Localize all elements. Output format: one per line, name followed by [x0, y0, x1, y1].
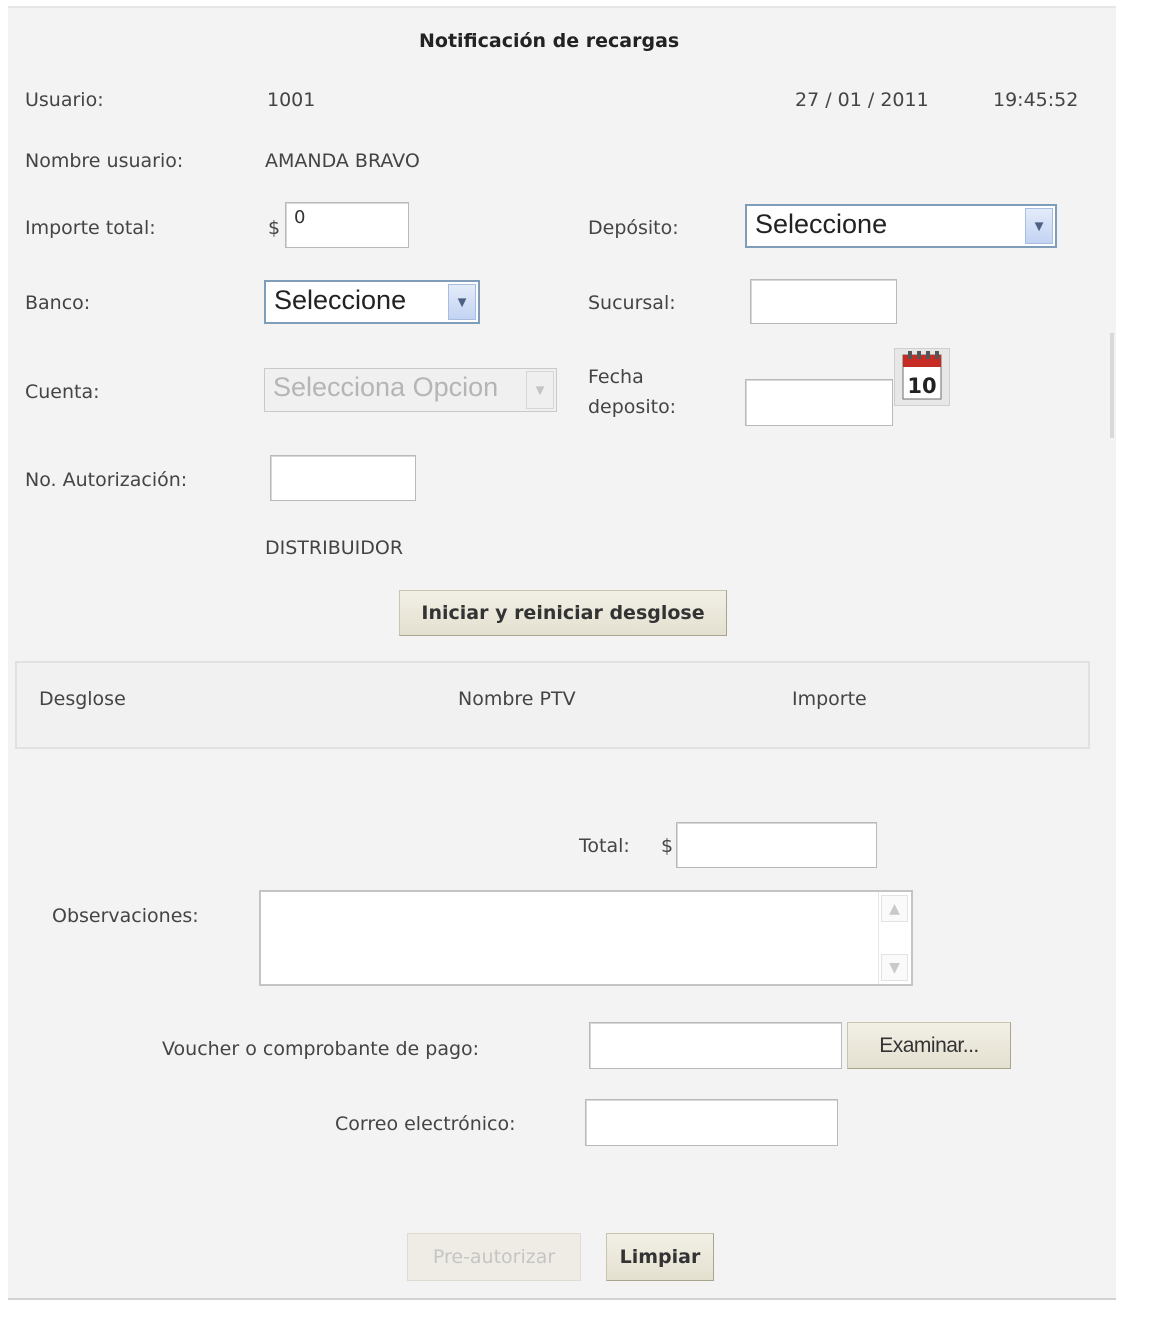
- sucursal-label: Sucursal:: [588, 292, 676, 314]
- total-input[interactable]: [676, 822, 877, 868]
- total-label: Total:: [579, 835, 630, 857]
- limpiar-button[interactable]: Limpiar: [606, 1233, 714, 1281]
- current-date: 27 / 01 / 2011: [795, 89, 929, 111]
- page-scrollbar[interactable]: [1110, 333, 1114, 438]
- observaciones-label: Observaciones:: [52, 905, 199, 927]
- importe-total-input[interactable]: 0: [285, 202, 409, 248]
- observaciones-scrollbar[interactable]: ▲ ▼: [878, 892, 911, 984]
- fecha-deposito-input[interactable]: [745, 379, 893, 426]
- importe-currency: $: [268, 217, 281, 239]
- chevron-down-icon[interactable]: ▼: [1025, 208, 1053, 244]
- arrow-up-icon[interactable]: ▲: [881, 895, 908, 922]
- correo-input[interactable]: [585, 1099, 838, 1146]
- pre-autorizar-button: Pre-autorizar: [407, 1233, 581, 1281]
- banco-label: Banco:: [25, 292, 91, 314]
- sucursal-input[interactable]: [750, 279, 897, 324]
- correo-label: Correo electrónico:: [335, 1113, 516, 1135]
- total-currency: $: [661, 835, 674, 857]
- page-title: Notificación de recargas: [419, 30, 680, 52]
- deposito-select-value: Seleccione: [755, 209, 888, 239]
- voucher-label: Voucher o comprobante de pago:: [162, 1038, 480, 1060]
- observaciones-textarea[interactable]: ▲ ▼: [259, 890, 913, 986]
- usuario-label: Usuario:: [25, 89, 104, 111]
- calendar-icon-graphic: 10: [902, 351, 942, 400]
- voucher-file-input[interactable]: [589, 1022, 842, 1069]
- arrow-down-icon[interactable]: ▼: [881, 954, 908, 981]
- autorizacion-label: No. Autorización:: [25, 469, 188, 491]
- chevron-down-icon[interactable]: ▼: [448, 284, 476, 320]
- form-panel: [8, 6, 1116, 1300]
- cuenta-select: Selecciona Opcion ▼: [264, 368, 557, 412]
- cuenta-select-value: Selecciona Opcion: [273, 372, 499, 402]
- banco-select-value: Seleccione: [274, 285, 407, 315]
- deposito-label: Depósito:: [588, 217, 679, 239]
- calendar-day-text: 10: [907, 374, 936, 398]
- deposito-select[interactable]: Seleccione ▼: [745, 204, 1057, 248]
- examinar-button[interactable]: Examinar...: [847, 1022, 1011, 1069]
- fecha-deposito-label-line1: Fecha: [588, 366, 644, 388]
- calendar-icon[interactable]: 10: [894, 348, 950, 406]
- nombre-usuario-label: Nombre usuario:: [25, 150, 184, 172]
- nombre-usuario-value: AMANDA BRAVO: [265, 150, 420, 172]
- banco-select[interactable]: Seleccione ▼: [264, 280, 480, 324]
- column-header-desglose: Desglose: [39, 688, 126, 710]
- importe-total-label: Importe total:: [25, 217, 156, 239]
- fecha-deposito-label-line2: deposito:: [588, 396, 677, 418]
- column-header-nombre-ptv: Nombre PTV: [458, 688, 576, 710]
- current-time: 19:45:52: [993, 89, 1079, 111]
- iniciar-desglose-button[interactable]: Iniciar y reiniciar desglose: [399, 590, 727, 636]
- usuario-value: 1001: [267, 89, 316, 111]
- cuenta-label: Cuenta:: [25, 381, 100, 403]
- chevron-down-icon: ▼: [526, 371, 554, 409]
- distribuidor-text: DISTRIBUIDOR: [265, 537, 404, 559]
- autorizacion-input[interactable]: [270, 455, 416, 501]
- column-header-importe: Importe: [792, 688, 867, 710]
